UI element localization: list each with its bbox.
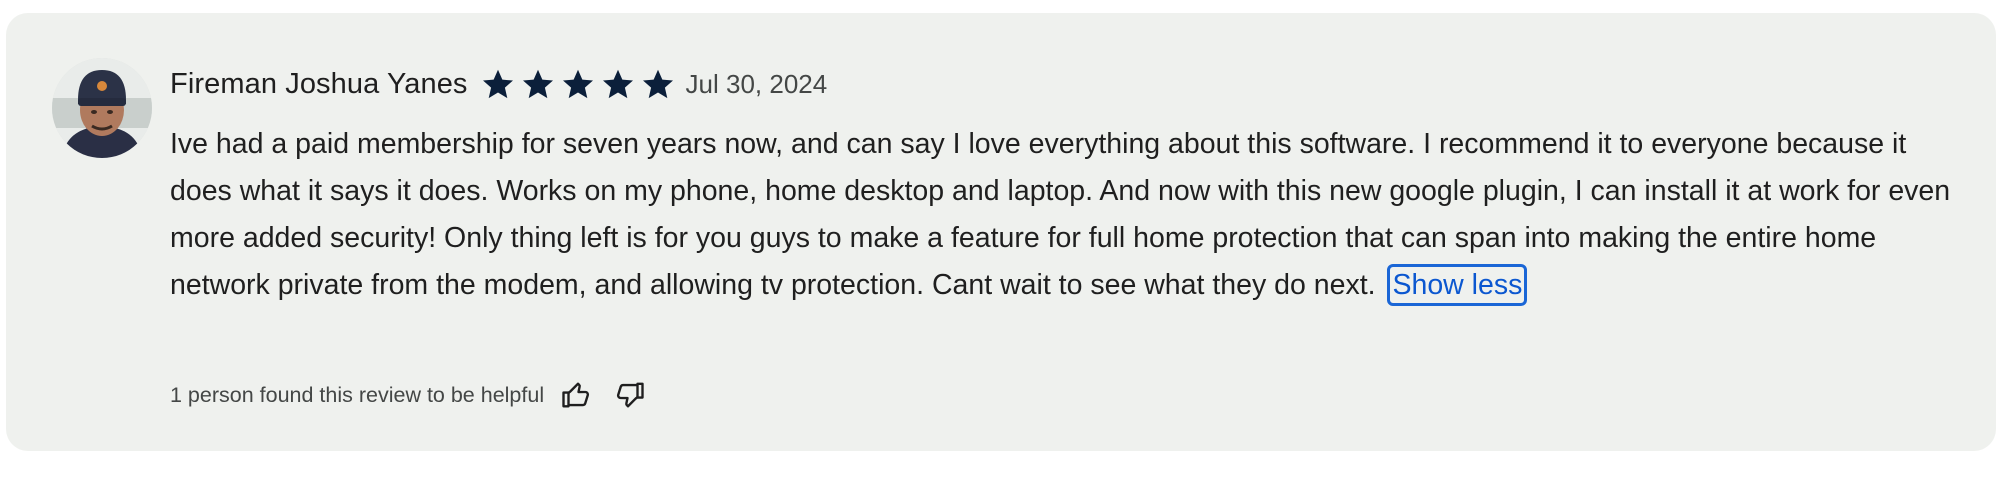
review-date: Jul 30, 2024 [685,68,828,99]
review-body: Ive had a paid membership for seven year… [170,121,1970,309]
helpful-row: 1 person found this review to be helpful [170,375,648,415]
star-icon [522,69,553,99]
star-rating [480,66,680,102]
star-icon [602,69,633,99]
star-icon [562,69,593,99]
review-card: Fireman Joshua Yanes Jul 30, 2024 Ive ha… [6,13,1996,451]
show-less-button[interactable]: Show less [1387,264,1528,306]
thumbs-down-icon [617,382,644,408]
review-text: Ive had a paid membership for seven year… [170,128,1951,301]
author-name: Fireman Joshua Yanes [170,67,468,100]
thumbs-up-icon [562,382,590,408]
avatar [52,58,152,158]
thumbs-up-button[interactable] [558,377,594,413]
thumbs-down-button[interactable] [612,377,648,413]
review-header: Fireman Joshua Yanes Jul 30, 2024 [170,63,827,105]
star-icon [482,69,513,99]
star-icon [642,69,673,99]
helpful-count-text: 1 person found this review to be helpful [170,382,545,407]
